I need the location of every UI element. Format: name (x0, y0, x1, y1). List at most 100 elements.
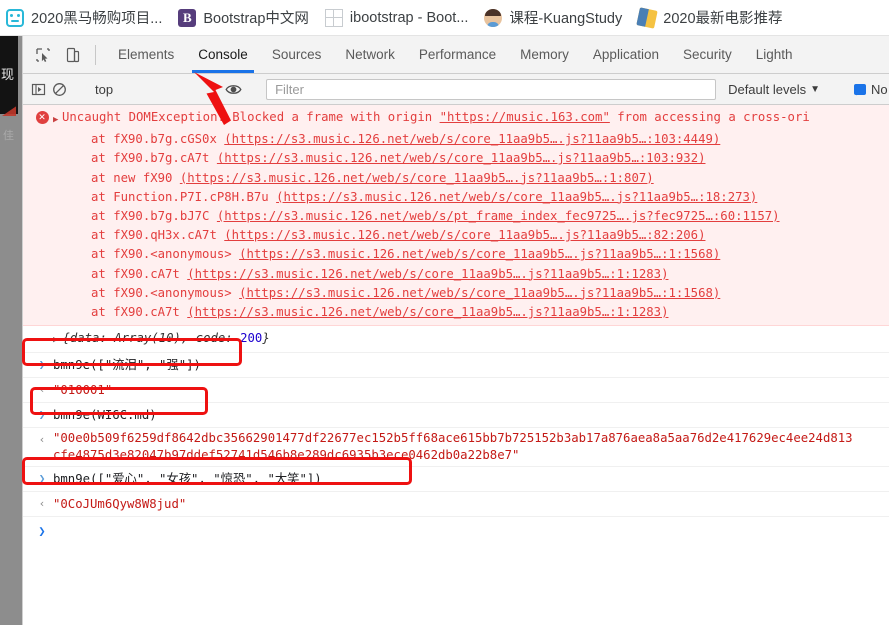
stack-frame-fn: at Function.P7I.cP8H.B7u (91, 189, 269, 204)
grid-icon (324, 8, 343, 27)
console-output-text: "0CoJUm6Qyw8W8jud" (53, 497, 187, 512)
error-circle-icon: ✕ (35, 111, 49, 124)
input-prompt-icon: ❯ (38, 408, 46, 422)
stack-frame-fn: at fX90.b7g.cA7t (91, 151, 210, 166)
stack-frame-row: at new fX90 (https://s3.music.126.net/we… (23, 169, 889, 188)
console-output-text: "00e0b509f6259df8642dbc35662901477df2267… (53, 431, 853, 463)
tab-sources[interactable]: Sources (260, 36, 334, 73)
stack-frame-row: at fX90.<anonymous> (https://s3.music.12… (23, 284, 889, 303)
error-origin-link[interactable]: "https://music.163.com" (440, 110, 610, 124)
stack-frame-link[interactable]: (https://s3.music.126.net/web/s/core_11a… (239, 247, 720, 261)
bookmark-item-0[interactable]: 2020黑马畅购项目... (6, 7, 162, 28)
object-preview-value: 200 (240, 331, 263, 346)
error-text-pre: Uncaught DOMException: Blocked a frame w… (62, 110, 440, 124)
prompt-caret-icon: ❯ (38, 524, 46, 539)
filter-input[interactable] (273, 80, 710, 98)
expand-caret-icon[interactable]: ▶ (53, 335, 58, 345)
tab-network[interactable]: Network (333, 36, 407, 73)
device-toolbar-icon[interactable] (61, 43, 85, 67)
stack-frame-link[interactable]: (https://s3.music.126.net/web/s/core_11a… (224, 132, 720, 146)
devtools-panel: Elements Console Sources Network Perform… (22, 36, 889, 625)
console-output-row: ‹ "0CoJUm6Qyw8W8jud" (23, 492, 889, 518)
stack-frame-link[interactable]: (https://s3.music.126.net/web/s/core_11a… (187, 267, 668, 281)
console-error-message[interactable]: ✕ ▶ Uncaught DOMException: Blocked a fra… (23, 108, 889, 130)
screenshot-root: 2020黑马畅购项目... B Bootstrap中文网 ibootstrap … (0, 0, 889, 625)
console-input-row[interactable]: ❯ bmn9e(WI6C.md) (23, 403, 889, 429)
tab-memory[interactable]: Memory (508, 36, 581, 73)
console-error-group: ✕ ▶ Uncaught DOMException: Blocked a fra… (23, 105, 889, 327)
console-input-text[interactable]: bmn9e(WI6C.md) (53, 405, 889, 425)
stack-frame-fn: at new fX90 (91, 170, 173, 185)
tab-application[interactable]: Application (581, 36, 671, 73)
console-prompt-row[interactable]: ❯ (23, 517, 889, 545)
toolbar-divider (95, 44, 96, 65)
error-text-post: from accessing a cross-ori (609, 110, 810, 124)
execution-context-selector[interactable]: top (87, 82, 121, 97)
tab-elements[interactable]: Elements (106, 36, 186, 73)
stack-frame-row: at fX90.b7g.cGS0x (https://s3.music.126.… (23, 130, 889, 149)
tab-security[interactable]: Security (671, 36, 744, 73)
stack-frame-link[interactable]: (https://s3.music.126.net/web/s/pt_frame… (217, 209, 780, 223)
devtools-tabs: Elements Console Sources Network Perform… (106, 36, 889, 73)
stack-frame-link[interactable]: (https://s3.music.126.net/web/s/core_11a… (239, 286, 720, 300)
diamond-icon (636, 6, 658, 29)
bookmark-bar: 2020黑马畅购项目... B Bootstrap中文网 ibootstrap … (0, 0, 889, 36)
issues-label: No Issues (871, 81, 889, 97)
stack-frame-row: at fX90.cA7t (https://s3.music.126.net/w… (23, 303, 889, 322)
stack-frame-link[interactable]: (https://s3.music.126.net/web/s/core_11a… (224, 228, 705, 242)
page-behind-strip (0, 36, 22, 625)
bookmark-item-2[interactable]: ibootstrap - Boot... (324, 8, 468, 27)
stack-frame-fn: at fX90.cA7t (91, 305, 180, 320)
console-object-row[interactable]: ▶ {data: Array(10), code: 200} (23, 326, 889, 354)
stack-frame-row: at Function.P7I.cP8H.B7u (https://s3.mus… (23, 188, 889, 207)
issues-message-icon (854, 83, 867, 95)
bookmark-label: Bootstrap中文网 (203, 11, 309, 27)
stack-frame-link[interactable]: (https://s3.music.126.net/web/s/core_11a… (180, 171, 654, 185)
stack-frame-link[interactable]: (https://s3.music.126.net/web/s/core_11a… (187, 305, 668, 319)
page-behind-dark-text: 现 (1, 67, 15, 82)
issues-button[interactable]: No Issues (846, 82, 889, 97)
console-input-text[interactable]: bmn9e(["流泪", "强"]) (53, 355, 889, 375)
inspect-cursor-icon[interactable] (31, 43, 55, 67)
stack-frame-row: at fX90.b7g.bJ7C (https://s3.music.126.n… (23, 207, 889, 226)
console-toolbar: top Default levels ▼ No Issues (23, 74, 889, 105)
live-expression-eye-icon[interactable] (225, 78, 242, 100)
stack-frame-link[interactable]: (https://s3.music.126.net/web/s/core_11a… (276, 190, 757, 204)
output-arrow-icon: ‹ (38, 383, 46, 397)
robot-icon (6, 8, 24, 27)
console-output-row: ‹ "00e0b509f6259df8642dbc35662901477df22… (23, 428, 889, 468)
clear-console-icon[interactable] (52, 78, 67, 100)
bookmark-item-4[interactable]: 2020最新电影推荐 (636, 6, 783, 29)
execute-sidebar-icon[interactable] (31, 78, 46, 100)
object-preview-after: } (262, 331, 270, 346)
bookmark-label: 课程-KuangStudy (509, 11, 623, 27)
chevron-down-icon: ▼ (810, 83, 821, 95)
bootstrap-b-icon: B (178, 8, 197, 27)
console-message-list[interactable]: ✕ ▶ Uncaught DOMException: Blocked a fra… (23, 105, 889, 625)
input-prompt-icon: ❯ (38, 358, 46, 372)
error-icon-gutter: ✕ (31, 108, 53, 124)
stack-frame-fn: at fX90.b7g.bJ7C (91, 209, 210, 224)
bookmark-label: 2020最新电影推荐 (663, 11, 783, 27)
stack-frame-row: at fX90.<anonymous> (https://s3.music.12… (23, 245, 889, 264)
error-text: Uncaught DOMException: Blocked a frame w… (62, 108, 889, 127)
bookmark-label: 2020黑马畅购项目... (31, 11, 163, 27)
tab-console[interactable]: Console (186, 36, 260, 73)
stack-frame-fn: at fX90.qH3x.cA7t (91, 228, 217, 243)
console-input-row[interactable]: ❯ bmn9e(["爱心", "女孩", "惊恐", "大笑"]) (23, 467, 889, 493)
object-preview[interactable]: ▶ {data: Array(10), code: 200} (53, 328, 889, 350)
object-preview-before: {data: Array(10), code: (62, 331, 241, 346)
bookmark-item-3[interactable]: 课程-KuangStudy (484, 7, 622, 28)
tab-lighthouse[interactable]: Lighth (744, 36, 805, 73)
console-output-row: ‹ "010001" (23, 378, 889, 404)
console-input-row[interactable]: ❯ bmn9e(["流泪", "强"]) (23, 353, 889, 379)
output-arrow-icon: ‹ (38, 433, 46, 447)
expand-caret-icon[interactable]: ▶ (53, 108, 62, 130)
tab-performance[interactable]: Performance (407, 36, 508, 73)
input-prompt-icon: ❯ (38, 472, 46, 486)
filter-input-wrapper[interactable] (266, 78, 717, 100)
stack-frame-link[interactable]: (https://s3.music.126.net/web/s/core_11a… (217, 151, 706, 165)
log-levels-dropdown[interactable]: Default levels ▼ (728, 82, 826, 97)
console-input-text[interactable]: bmn9e(["爱心", "女孩", "惊恐", "大笑"]) (53, 469, 889, 489)
bookmark-item-1[interactable]: B Bootstrap中文网 (178, 7, 309, 28)
